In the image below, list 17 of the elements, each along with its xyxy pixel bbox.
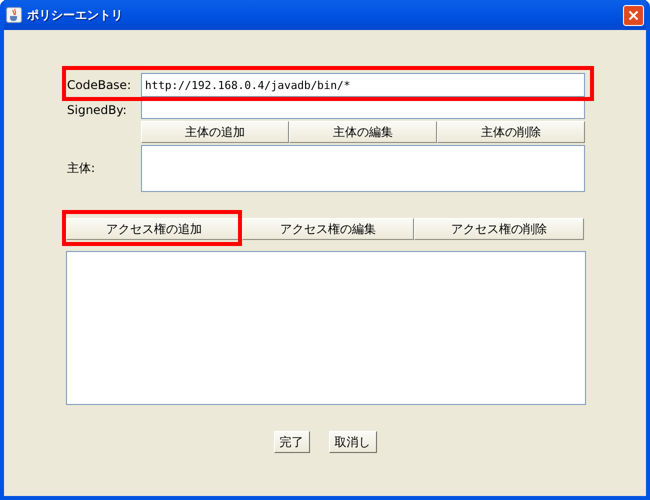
codebase-field[interactable]: http://192.168.0.4/javadb/bin/* bbox=[141, 73, 585, 97]
principal-button[interactable]: 主体の編集 bbox=[289, 121, 437, 143]
principal-list[interactable] bbox=[141, 145, 585, 192]
field-label: SignedBy: bbox=[66, 102, 128, 116]
principal-button[interactable]: 主体の削除 bbox=[437, 121, 585, 143]
cup-icon bbox=[6, 7, 22, 23]
principal-button[interactable]: 主体の追加 bbox=[141, 121, 289, 143]
field-label: 主体: bbox=[66, 160, 96, 177]
field-label: CodeBase: bbox=[66, 78, 132, 92]
permission-button[interactable]: アクセス権の削除 bbox=[414, 218, 584, 240]
dialog-button[interactable]: 完了 bbox=[274, 431, 310, 453]
signedby-field[interactable] bbox=[141, 100, 585, 119]
close-icon bbox=[628, 10, 639, 20]
dialog-button[interactable]: 取消し bbox=[328, 431, 376, 453]
close-button[interactable] bbox=[623, 4, 644, 26]
permission-button[interactable]: アクセス権の編集 bbox=[242, 218, 414, 240]
window-title: ポリシーエントリ bbox=[27, 6, 124, 24]
